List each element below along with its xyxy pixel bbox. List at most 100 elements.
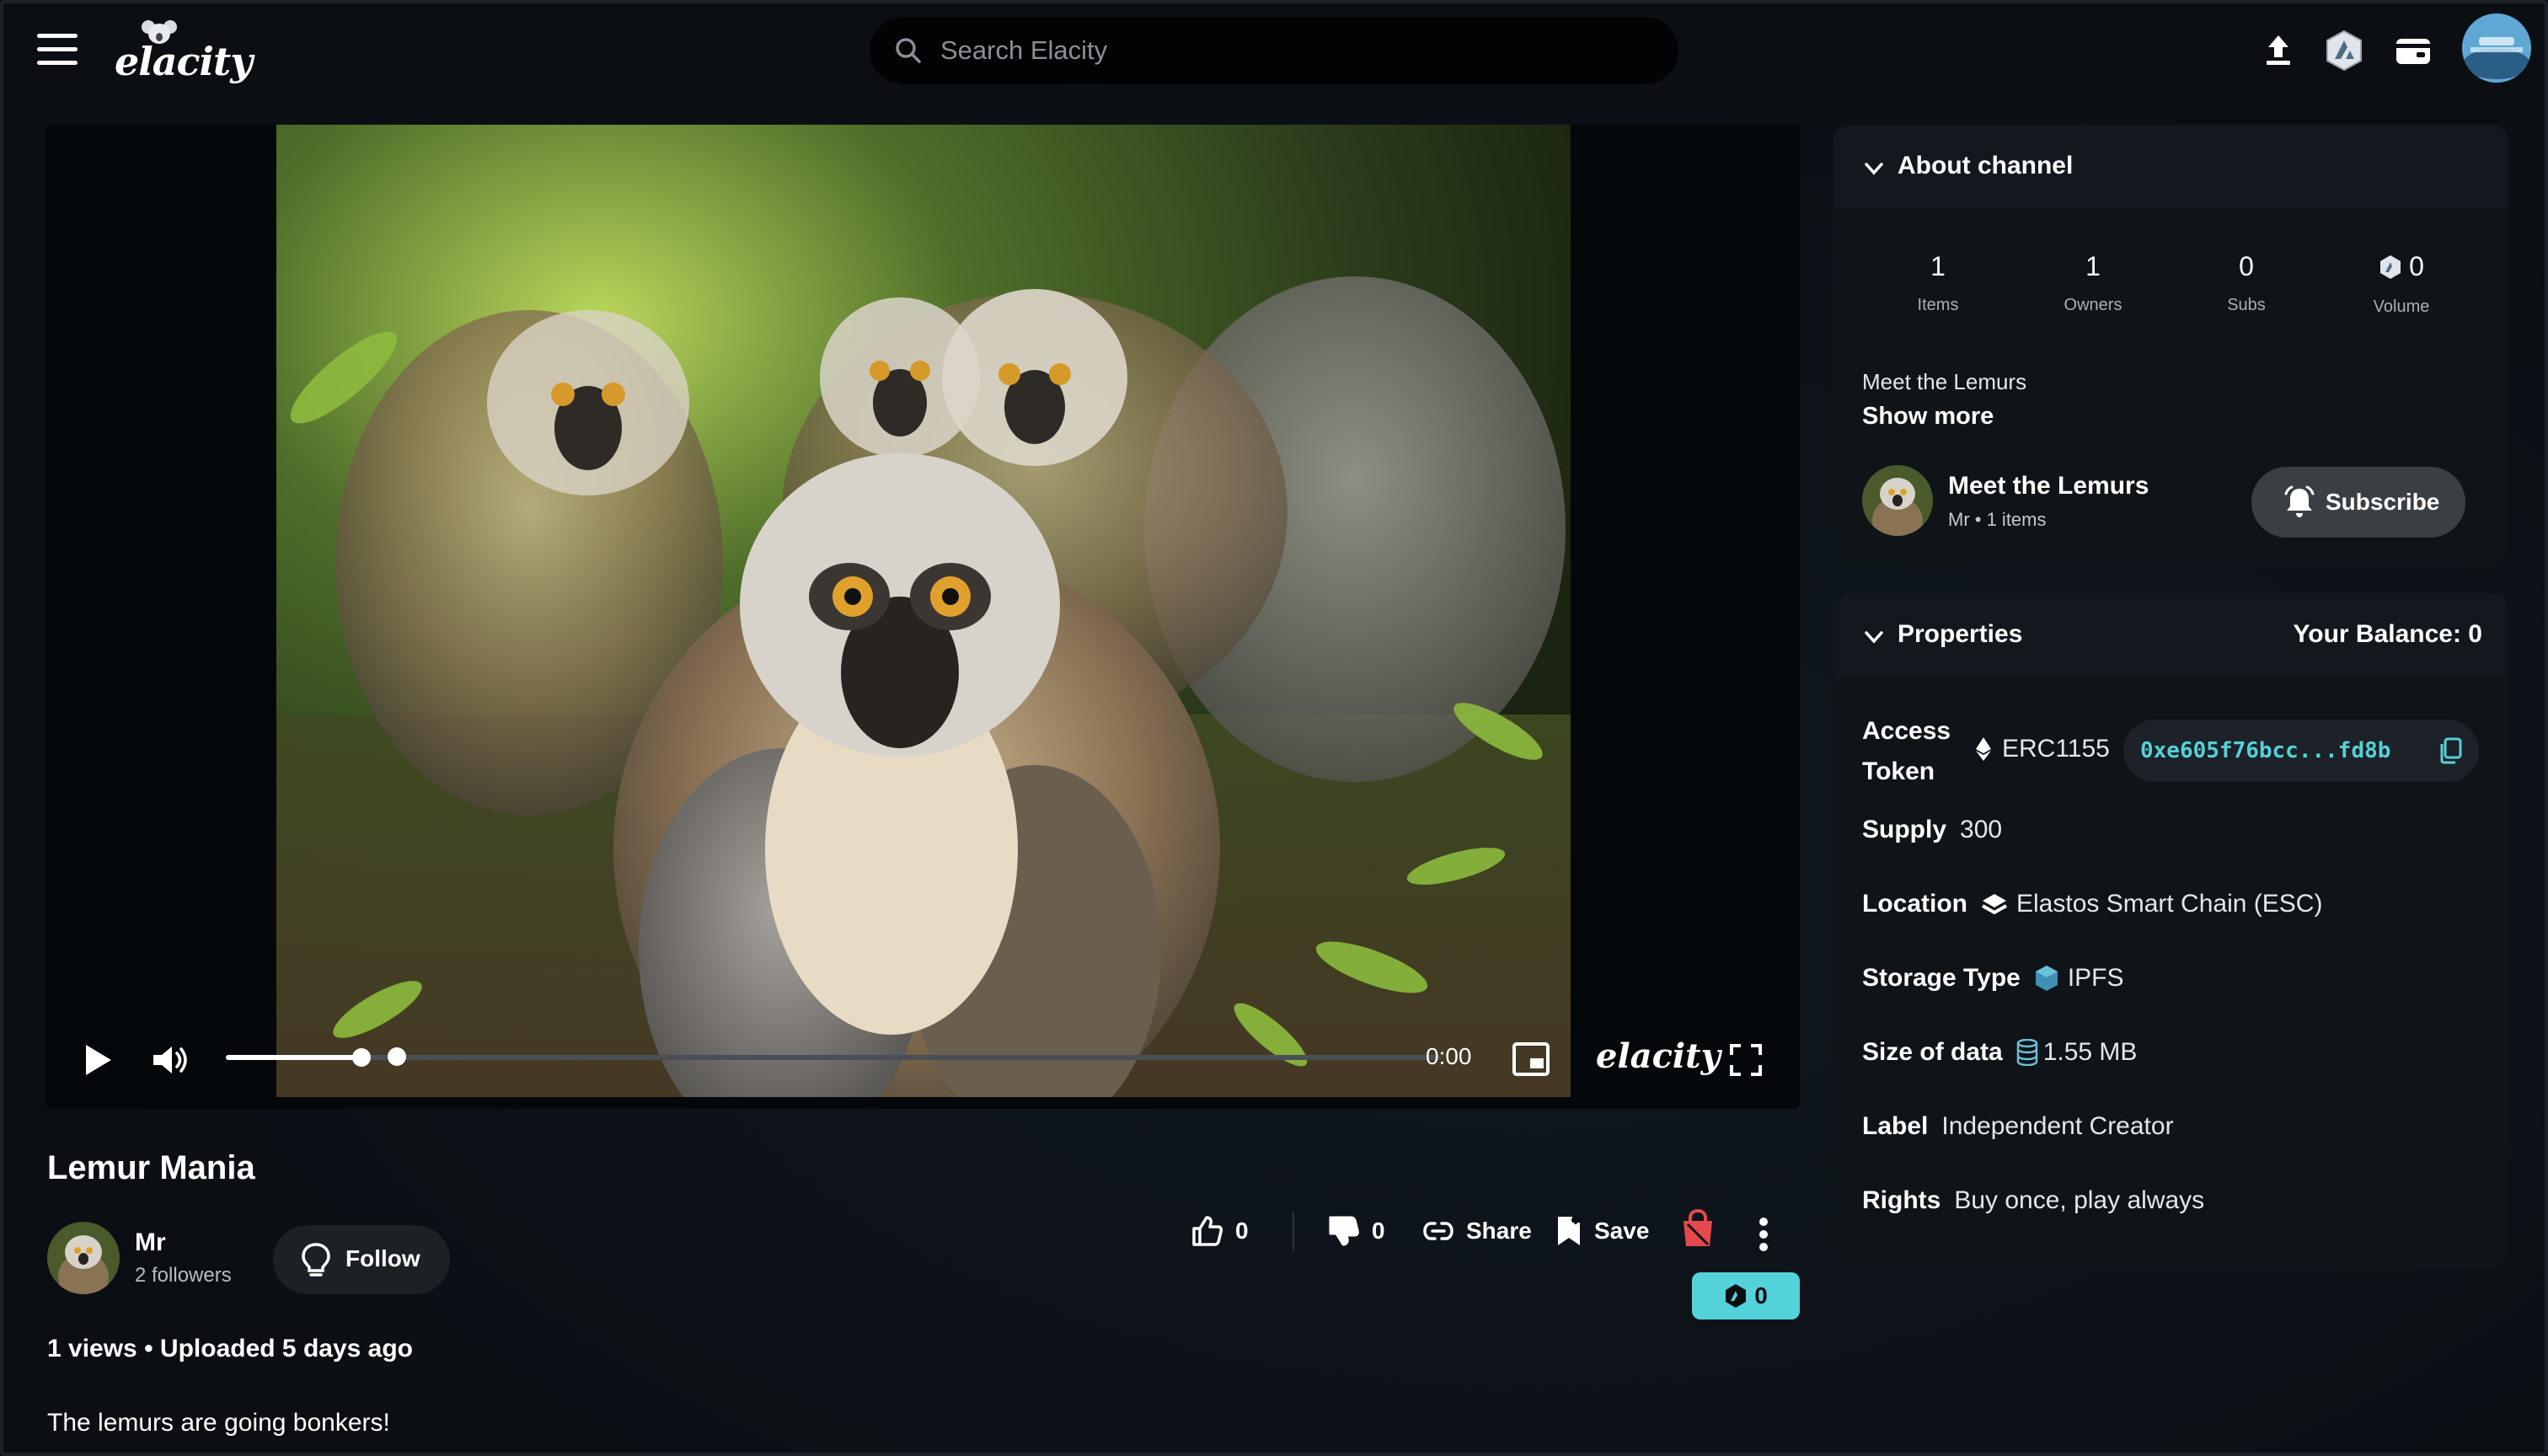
subscribe-label: Subscribe: [2326, 489, 2440, 515]
supply-row: Supply 300: [1862, 816, 2002, 844]
stat-owners-label: Owners: [2064, 296, 2122, 314]
supply-label: Supply: [1862, 816, 1947, 843]
lightbulb-icon: [302, 1243, 330, 1277]
about-channel-header[interactable]: About channel: [1833, 125, 2508, 209]
stat-subs: 0 Subs: [2179, 251, 2314, 315]
stat-subs-label: Subs: [2227, 296, 2266, 314]
about-channel-panel: About channel 1 Items 1 Owners 0 Subs 0 …: [1833, 125, 2508, 565]
storage-type-label: Storage Type: [1862, 964, 2021, 992]
share-button[interactable]: Share: [1422, 1210, 1532, 1252]
locked-bag-icon[interactable]: [1680, 1208, 1716, 1250]
follow-label: Follow: [345, 1245, 420, 1271]
playback-time: 0:00: [1426, 1043, 1472, 1069]
stat-volume-value: 0: [2409, 251, 2424, 281]
volume-level[interactable]: [226, 1055, 366, 1060]
channel-avatar[interactable]: [1862, 465, 1933, 536]
subscribe-button[interactable]: Subscribe: [2251, 467, 2465, 538]
stat-volume: 0 Volume: [2334, 251, 2469, 317]
action-divider: [1293, 1212, 1294, 1250]
your-balance: Your Balance: 0: [2293, 620, 2482, 648]
lemurs-video-thumbnail: [276, 125, 1571, 1097]
share-label: Share: [1466, 1218, 1532, 1244]
upload-icon[interactable]: [2256, 29, 2300, 72]
copy-icon[interactable]: [2437, 736, 2464, 765]
label-label: Label: [1862, 1112, 1929, 1140]
properties-header[interactable]: Properties Your Balance: 0: [1833, 593, 2508, 677]
avatar-image: [2462, 13, 2531, 83]
chevron-down-icon: [1865, 163, 1883, 175]
video-meta: 1 views • Uploaded 5 days ago: [47, 1335, 413, 1362]
stat-items: 1 Items: [1871, 251, 2005, 315]
size-of-data-row: Size of data 1.55 MB: [1862, 1038, 2137, 1067]
creator-followers: 2 followers: [135, 1264, 232, 1287]
access-token-label-line1: Access: [1862, 717, 1951, 745]
properties-panel: Properties Your Balance: 0 Access Token …: [1833, 593, 2508, 1269]
bookmark-plus-icon: [1558, 1216, 1580, 1245]
token-address-chip[interactable]: 0xe605f76bcc...fd8b: [2123, 720, 2479, 782]
logo-wordmark: elacity: [115, 39, 253, 84]
volume-icon[interactable]: [152, 1043, 190, 1077]
layers-icon: [1982, 894, 2007, 915]
save-button[interactable]: Save: [1555, 1210, 1649, 1252]
supply-value: 300: [1960, 816, 2003, 843]
search-input[interactable]: [940, 30, 1648, 71]
menu-icon[interactable]: [37, 34, 78, 66]
channel-subtitle: Mr • 1 items: [1948, 509, 2047, 530]
top-bar: elacity: [0, 0, 2548, 101]
show-more-link[interactable]: Show more: [1862, 403, 1994, 431]
search-icon: [896, 38, 921, 63]
elacity-logo[interactable]: elacity: [115, 19, 253, 84]
volume-slider-handle[interactable]: [352, 1048, 371, 1067]
follow-button[interactable]: Follow: [273, 1225, 450, 1294]
search-bar[interactable]: [870, 17, 1678, 84]
stat-volume-label: Volume: [2373, 297, 2430, 316]
token-standard: ERC1155: [1975, 735, 2110, 763]
play-icon[interactable]: [83, 1043, 113, 1077]
elastos-token-icon: [1726, 1284, 1747, 1308]
token-address: 0xe605f76bcc...fd8b: [2140, 738, 2391, 763]
channel-name[interactable]: Meet the Lemurs: [1948, 472, 2149, 500]
dislike-button[interactable]: 0: [1328, 1210, 1385, 1252]
seek-handle[interactable]: [388, 1047, 406, 1066]
creator-name[interactable]: Mr: [135, 1228, 166, 1257]
tip-balance-badge[interactable]: 0: [1692, 1272, 1800, 1320]
more-options-icon[interactable]: [1758, 1213, 1769, 1255]
stat-owners: 1 Owners: [2026, 251, 2160, 315]
save-label: Save: [1594, 1218, 1650, 1244]
user-avatar[interactable]: [2462, 13, 2531, 83]
rights-row: Rights Buy once, play always: [1862, 1186, 2204, 1215]
picture-in-picture-icon[interactable]: [1512, 1041, 1550, 1077]
video-player[interactable]: 0:00 elacity: [46, 125, 1800, 1109]
channel-avatar-image: [1862, 465, 1933, 536]
dislike-count: 0: [1372, 1218, 1385, 1244]
link-icon: [1423, 1222, 1453, 1240]
ipfs-icon: [2035, 966, 2058, 991]
stat-owners-value: 1: [2085, 251, 2101, 281]
about-channel-title: About channel: [1898, 152, 2074, 179]
video-description: The lemurs are going bonkers!: [47, 1409, 390, 1437]
location-label: Location: [1862, 890, 1967, 918]
video-title: Lemur Mania: [47, 1149, 255, 1186]
seek-bar[interactable]: [226, 1055, 1441, 1060]
elastos-token-icon[interactable]: [2322, 29, 2366, 72]
fullscreen-icon[interactable]: [1729, 1043, 1763, 1077]
rights-value: Buy once, play always: [1954, 1186, 2205, 1214]
size-of-data-label: Size of data: [1862, 1038, 2003, 1066]
size-of-data-value: 1.55 MB: [2042, 1038, 2138, 1066]
like-button[interactable]: 0: [1191, 1210, 1249, 1252]
storage-type-value: IPFS: [2067, 964, 2124, 992]
creator-avatar[interactable]: [47, 1222, 120, 1294]
thumbs-down-icon: [1329, 1216, 1359, 1246]
elastos-token-icon: [2380, 254, 2401, 279]
video-frame[interactable]: [276, 125, 1571, 1097]
access-token-label: Access Token: [1862, 711, 1951, 792]
label-value: Independent Creator: [1941, 1112, 2174, 1140]
tip-amount: 0: [1754, 1282, 1768, 1309]
stat-items-value: 1: [1930, 251, 1946, 281]
label-row: Label Independent Creator: [1862, 1112, 2174, 1141]
wallet-icon[interactable]: [2391, 29, 2435, 72]
thumbs-up-icon: [1192, 1216, 1223, 1246]
player-logo[interactable]: elacity: [1596, 1036, 1721, 1076]
like-count: 0: [1235, 1218, 1249, 1244]
database-icon: [2016, 1039, 2037, 1066]
